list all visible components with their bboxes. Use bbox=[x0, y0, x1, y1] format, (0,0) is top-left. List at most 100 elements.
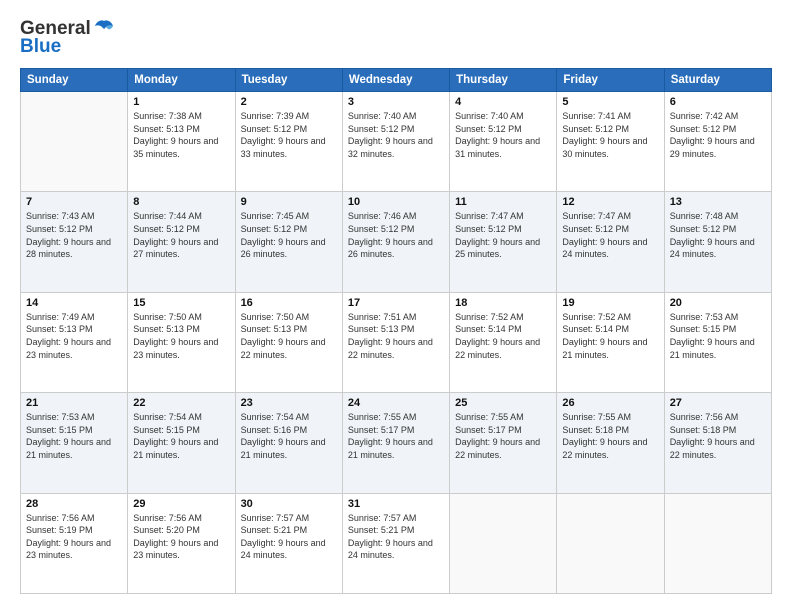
day-number: 2 bbox=[241, 96, 337, 108]
day-number: 20 bbox=[670, 297, 766, 309]
table-row: 19 Sunrise: 7:52 AM Sunset: 5:14 PM Dayl… bbox=[557, 292, 664, 392]
table-row: 18 Sunrise: 7:52 AM Sunset: 5:14 PM Dayl… bbox=[450, 292, 557, 392]
day-number: 30 bbox=[241, 498, 337, 510]
day-number: 11 bbox=[455, 196, 551, 208]
day-info: Sunrise: 7:44 AM Sunset: 5:12 PM Dayligh… bbox=[133, 210, 229, 260]
day-number: 26 bbox=[562, 397, 658, 409]
table-row: 4 Sunrise: 7:40 AM Sunset: 5:12 PM Dayli… bbox=[450, 92, 557, 192]
day-info: Sunrise: 7:57 AM Sunset: 5:21 PM Dayligh… bbox=[348, 512, 444, 562]
day-info: Sunrise: 7:55 AM Sunset: 5:18 PM Dayligh… bbox=[562, 411, 658, 461]
table-row: 27 Sunrise: 7:56 AM Sunset: 5:18 PM Dayl… bbox=[664, 393, 771, 493]
day-number: 8 bbox=[133, 196, 229, 208]
calendar-week-row: 21 Sunrise: 7:53 AM Sunset: 5:15 PM Dayl… bbox=[21, 393, 772, 493]
day-number: 27 bbox=[670, 397, 766, 409]
day-info: Sunrise: 7:54 AM Sunset: 5:16 PM Dayligh… bbox=[241, 411, 337, 461]
day-info: Sunrise: 7:38 AM Sunset: 5:13 PM Dayligh… bbox=[133, 110, 229, 160]
table-row: 5 Sunrise: 7:41 AM Sunset: 5:12 PM Dayli… bbox=[557, 92, 664, 192]
day-info: Sunrise: 7:43 AM Sunset: 5:12 PM Dayligh… bbox=[26, 210, 122, 260]
table-row: 16 Sunrise: 7:50 AM Sunset: 5:13 PM Dayl… bbox=[235, 292, 342, 392]
col-saturday: Saturday bbox=[664, 69, 771, 92]
calendar-week-row: 14 Sunrise: 7:49 AM Sunset: 5:13 PM Dayl… bbox=[21, 292, 772, 392]
day-info: Sunrise: 7:42 AM Sunset: 5:12 PM Dayligh… bbox=[670, 110, 766, 160]
day-info: Sunrise: 7:52 AM Sunset: 5:14 PM Dayligh… bbox=[455, 311, 551, 361]
day-number: 17 bbox=[348, 297, 444, 309]
col-sunday: Sunday bbox=[21, 69, 128, 92]
day-number: 23 bbox=[241, 397, 337, 409]
day-number: 31 bbox=[348, 498, 444, 510]
table-row: 9 Sunrise: 7:45 AM Sunset: 5:12 PM Dayli… bbox=[235, 192, 342, 292]
day-info: Sunrise: 7:56 AM Sunset: 5:18 PM Dayligh… bbox=[670, 411, 766, 461]
table-row: 20 Sunrise: 7:53 AM Sunset: 5:15 PM Dayl… bbox=[664, 292, 771, 392]
day-number: 5 bbox=[562, 96, 658, 108]
day-number: 12 bbox=[562, 196, 658, 208]
day-number: 14 bbox=[26, 297, 122, 309]
day-info: Sunrise: 7:49 AM Sunset: 5:13 PM Dayligh… bbox=[26, 311, 122, 361]
day-info: Sunrise: 7:40 AM Sunset: 5:12 PM Dayligh… bbox=[348, 110, 444, 160]
col-monday: Monday bbox=[128, 69, 235, 92]
day-number: 1 bbox=[133, 96, 229, 108]
table-row: 15 Sunrise: 7:50 AM Sunset: 5:13 PM Dayl… bbox=[128, 292, 235, 392]
logo-bird-icon bbox=[93, 18, 115, 40]
table-row: 31 Sunrise: 7:57 AM Sunset: 5:21 PM Dayl… bbox=[342, 493, 449, 593]
calendar-header-row: Sunday Monday Tuesday Wednesday Thursday… bbox=[21, 69, 772, 92]
col-wednesday: Wednesday bbox=[342, 69, 449, 92]
table-row bbox=[21, 92, 128, 192]
day-number: 16 bbox=[241, 297, 337, 309]
day-number: 15 bbox=[133, 297, 229, 309]
calendar: Sunday Monday Tuesday Wednesday Thursday… bbox=[20, 68, 772, 594]
day-info: Sunrise: 7:50 AM Sunset: 5:13 PM Dayligh… bbox=[133, 311, 229, 361]
table-row: 23 Sunrise: 7:54 AM Sunset: 5:16 PM Dayl… bbox=[235, 393, 342, 493]
table-row: 13 Sunrise: 7:48 AM Sunset: 5:12 PM Dayl… bbox=[664, 192, 771, 292]
day-info: Sunrise: 7:54 AM Sunset: 5:15 PM Dayligh… bbox=[133, 411, 229, 461]
day-info: Sunrise: 7:51 AM Sunset: 5:13 PM Dayligh… bbox=[348, 311, 444, 361]
day-info: Sunrise: 7:53 AM Sunset: 5:15 PM Dayligh… bbox=[670, 311, 766, 361]
table-row: 6 Sunrise: 7:42 AM Sunset: 5:12 PM Dayli… bbox=[664, 92, 771, 192]
day-number: 25 bbox=[455, 397, 551, 409]
page: General Blue Sunday Monday Tuesday Wedne… bbox=[0, 0, 792, 612]
table-row: 25 Sunrise: 7:55 AM Sunset: 5:17 PM Dayl… bbox=[450, 393, 557, 493]
day-number: 6 bbox=[670, 96, 766, 108]
day-info: Sunrise: 7:56 AM Sunset: 5:19 PM Dayligh… bbox=[26, 512, 122, 562]
table-row: 12 Sunrise: 7:47 AM Sunset: 5:12 PM Dayl… bbox=[557, 192, 664, 292]
day-info: Sunrise: 7:39 AM Sunset: 5:12 PM Dayligh… bbox=[241, 110, 337, 160]
day-number: 22 bbox=[133, 397, 229, 409]
logo: General Blue bbox=[20, 18, 115, 58]
day-info: Sunrise: 7:46 AM Sunset: 5:12 PM Dayligh… bbox=[348, 210, 444, 260]
day-number: 21 bbox=[26, 397, 122, 409]
col-tuesday: Tuesday bbox=[235, 69, 342, 92]
calendar-week-row: 7 Sunrise: 7:43 AM Sunset: 5:12 PM Dayli… bbox=[21, 192, 772, 292]
table-row: 26 Sunrise: 7:55 AM Sunset: 5:18 PM Dayl… bbox=[557, 393, 664, 493]
day-info: Sunrise: 7:56 AM Sunset: 5:20 PM Dayligh… bbox=[133, 512, 229, 562]
col-friday: Friday bbox=[557, 69, 664, 92]
table-row: 28 Sunrise: 7:56 AM Sunset: 5:19 PM Dayl… bbox=[21, 493, 128, 593]
day-info: Sunrise: 7:40 AM Sunset: 5:12 PM Dayligh… bbox=[455, 110, 551, 160]
day-info: Sunrise: 7:45 AM Sunset: 5:12 PM Dayligh… bbox=[241, 210, 337, 260]
table-row: 24 Sunrise: 7:55 AM Sunset: 5:17 PM Dayl… bbox=[342, 393, 449, 493]
day-info: Sunrise: 7:55 AM Sunset: 5:17 PM Dayligh… bbox=[348, 411, 444, 461]
day-info: Sunrise: 7:48 AM Sunset: 5:12 PM Dayligh… bbox=[670, 210, 766, 260]
logo-blue-text: Blue bbox=[20, 36, 61, 58]
table-row: 14 Sunrise: 7:49 AM Sunset: 5:13 PM Dayl… bbox=[21, 292, 128, 392]
table-row: 22 Sunrise: 7:54 AM Sunset: 5:15 PM Dayl… bbox=[128, 393, 235, 493]
table-row: 21 Sunrise: 7:53 AM Sunset: 5:15 PM Dayl… bbox=[21, 393, 128, 493]
day-info: Sunrise: 7:50 AM Sunset: 5:13 PM Dayligh… bbox=[241, 311, 337, 361]
table-row: 3 Sunrise: 7:40 AM Sunset: 5:12 PM Dayli… bbox=[342, 92, 449, 192]
day-number: 24 bbox=[348, 397, 444, 409]
day-number: 13 bbox=[670, 196, 766, 208]
day-info: Sunrise: 7:47 AM Sunset: 5:12 PM Dayligh… bbox=[562, 210, 658, 260]
table-row: 11 Sunrise: 7:47 AM Sunset: 5:12 PM Dayl… bbox=[450, 192, 557, 292]
table-row: 17 Sunrise: 7:51 AM Sunset: 5:13 PM Dayl… bbox=[342, 292, 449, 392]
table-row: 29 Sunrise: 7:56 AM Sunset: 5:20 PM Dayl… bbox=[128, 493, 235, 593]
table-row bbox=[557, 493, 664, 593]
table-row bbox=[664, 493, 771, 593]
day-number: 7 bbox=[26, 196, 122, 208]
col-thursday: Thursday bbox=[450, 69, 557, 92]
day-number: 4 bbox=[455, 96, 551, 108]
table-row: 30 Sunrise: 7:57 AM Sunset: 5:21 PM Dayl… bbox=[235, 493, 342, 593]
day-number: 28 bbox=[26, 498, 122, 510]
day-number: 19 bbox=[562, 297, 658, 309]
calendar-week-row: 28 Sunrise: 7:56 AM Sunset: 5:19 PM Dayl… bbox=[21, 493, 772, 593]
calendar-week-row: 1 Sunrise: 7:38 AM Sunset: 5:13 PM Dayli… bbox=[21, 92, 772, 192]
day-number: 10 bbox=[348, 196, 444, 208]
day-number: 9 bbox=[241, 196, 337, 208]
